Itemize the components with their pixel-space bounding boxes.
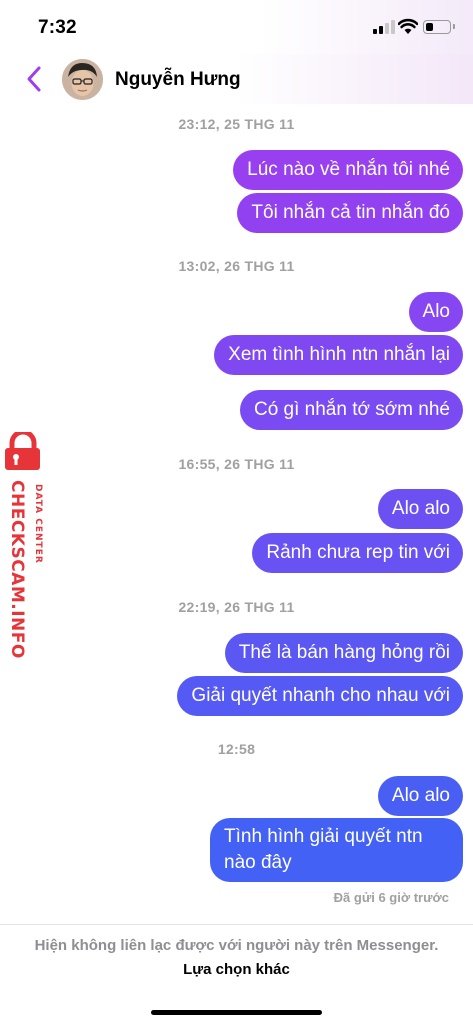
status-time: 7:32 (38, 17, 77, 38)
avatar-photo (62, 59, 103, 100)
message-bubble[interactable]: Xem tình hình ntn nhắn lại (214, 335, 463, 375)
message-bubble[interactable]: Tôi nhắn cả tin nhắn đó (237, 193, 463, 233)
avatar[interactable] (62, 59, 103, 100)
wifi-icon (398, 18, 418, 34)
unavailable-notice: Hiện không liên lạc được với người này t… (30, 934, 443, 982)
message-bubble[interactable]: Lúc nào về nhắn tôi nhé (233, 150, 463, 190)
message-bubble[interactable]: Alo alo (377, 776, 463, 816)
message-bubble[interactable]: Rảnh chưa rep tin với (252, 533, 463, 573)
message-bubble[interactable]: Thế là bán hàng hỏng rồi (224, 633, 463, 673)
chat-header: Nguyễn Hưng (0, 54, 473, 104)
timestamp: 22:19, 26 THG 11 (178, 599, 295, 615)
timestamp: 23:12, 25 THG 11 (178, 116, 295, 132)
back-button[interactable] (20, 64, 48, 94)
timestamp: 13:02, 26 THG 11 (178, 258, 295, 274)
other-options-link[interactable]: Lựa chọn khác (183, 961, 290, 978)
message-bubble[interactable]: Giải quyết nhanh cho nhau với (177, 676, 463, 716)
watermark-subtitle: DATA CENTER (33, 484, 43, 564)
sent-status: Đã gửi 6 giờ trước (333, 890, 449, 905)
cellular-signal-icon (373, 20, 395, 34)
message-bubble[interactable]: Có gì nhắn tớ sớm nhé (239, 390, 463, 430)
battery-icon (423, 20, 455, 34)
home-indicator[interactable] (151, 1010, 322, 1015)
message-bubble[interactable]: Alo (408, 292, 463, 332)
notice-text: Hiện không liên lạc được với người này t… (34, 937, 439, 954)
message-bubble[interactable]: Tình hình giải quyết ntn nào đây (210, 818, 463, 882)
footer-divider (0, 924, 473, 925)
padlock-icon (5, 429, 40, 470)
contact-name[interactable]: Nguyễn Hưng (115, 69, 241, 91)
message-bubble[interactable]: Alo alo (377, 489, 463, 529)
timestamp: 12:58 (217, 741, 256, 757)
checkscam-watermark: CHECKSCAM.INFO DATA CENTER (2, 429, 52, 664)
status-bar: 7:32 (0, 0, 473, 54)
watermark-brand: CHECKSCAM.INFO (7, 480, 27, 659)
battery-level (426, 23, 433, 31)
timestamp: 16:55, 26 THG 11 (178, 456, 295, 472)
